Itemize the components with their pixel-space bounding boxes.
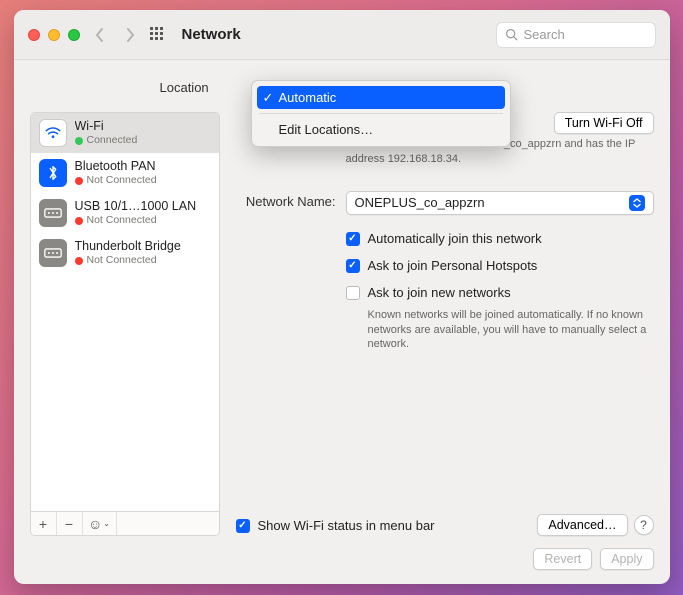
ask-new-subtext: Known networks will be joined automatica… (368, 308, 654, 353)
ask-new-label: Ask to join new networks (368, 285, 511, 300)
add-interface-button[interactable]: + (31, 512, 57, 535)
ethernet-icon (39, 239, 67, 267)
interface-sidebar: Wi-Fi Connected Bluetooth PAN Not Connec… (30, 112, 220, 536)
ask-hotspot-label: Ask to join Personal Hotspots (368, 258, 538, 273)
chevron-updown-icon (629, 195, 645, 211)
action-menu-button[interactable]: ☺︎⌄ (83, 512, 117, 535)
remove-interface-button[interactable]: − (57, 512, 83, 535)
sidebar-item-thunderbolt[interactable]: Thunderbolt Bridge Not Connected (31, 233, 219, 273)
show-menubar-checkbox-row[interactable]: ✓ Show Wi-Fi status in menu bar (236, 518, 435, 533)
check-icon: ✓ (263, 90, 274, 106)
ask-new-checkbox-row[interactable]: Ask to join new networks (346, 285, 654, 300)
sidebar-item-label: Wi-Fi (75, 119, 138, 134)
sidebar-footer: + − ☺︎⌄ (31, 511, 219, 535)
close-button[interactable] (28, 29, 40, 41)
auto-join-label: Automatically join this network (368, 231, 542, 246)
location-label: Location (160, 80, 209, 95)
network-name-row: Network Name: ONEPLUS_co_appzrn (236, 191, 654, 215)
ethernet-icon (39, 199, 67, 227)
sidebar-item-usb-lan[interactable]: USB 10/1…1000 LAN Not Connected (31, 193, 219, 233)
details-pane: Status: Connected Turn Wi-Fi Off Wi-Fi i… (236, 112, 654, 536)
auto-join-checkbox-row[interactable]: ✓ Automatically join this network (346, 231, 654, 246)
sidebar-item-wifi[interactable]: Wi-Fi Connected (31, 113, 219, 153)
window-controls (28, 29, 80, 41)
back-button[interactable] (90, 27, 110, 43)
location-menu-item-edit[interactable]: Edit Locations… (257, 118, 505, 141)
sidebar-item-label: USB 10/1…1000 LAN (75, 199, 197, 214)
status-dot-icon (75, 137, 83, 145)
toggle-wifi-button[interactable]: Turn Wi-Fi Off (554, 112, 654, 134)
status-dot-icon (75, 257, 83, 265)
forward-button[interactable] (120, 27, 140, 43)
location-dropdown-menu[interactable]: ✓ Automatic Edit Locations… (251, 80, 511, 147)
show-menubar-label: Show Wi-Fi status in menu bar (258, 518, 435, 533)
network-name-value: ONEPLUS_co_appzrn (355, 195, 485, 210)
help-button[interactable]: ? (634, 515, 654, 535)
advanced-button[interactable]: Advanced… (537, 514, 627, 536)
checkbox-unchecked-icon (346, 286, 360, 300)
search-icon (505, 28, 518, 41)
network-preferences-window: Network Search Location Wi-Fi Connec (14, 10, 670, 584)
wifi-icon (39, 119, 67, 147)
bottom-row: ✓ Show Wi-Fi status in menu bar Advanced… (236, 504, 654, 536)
apply-button[interactable]: Apply (600, 548, 653, 570)
bluetooth-icon (39, 159, 67, 187)
footer-buttons: Revert Apply (30, 536, 654, 570)
status-dot-icon (75, 217, 83, 225)
sidebar-item-label: Bluetooth PAN (75, 159, 157, 174)
interface-list[interactable]: Wi-Fi Connected Bluetooth PAN Not Connec… (31, 113, 219, 511)
network-name-select[interactable]: ONEPLUS_co_appzrn (346, 191, 654, 215)
window-title: Network (182, 26, 241, 43)
titlebar: Network Search (14, 10, 670, 60)
minimize-button[interactable] (48, 29, 60, 41)
location-menu-item-automatic[interactable]: ✓ Automatic (257, 86, 505, 109)
menu-separator (259, 113, 503, 114)
zoom-button[interactable] (68, 29, 80, 41)
sidebar-item-bluetooth[interactable]: Bluetooth PAN Not Connected (31, 153, 219, 193)
network-name-label: Network Name: (236, 191, 346, 209)
search-field[interactable]: Search (496, 22, 656, 48)
checkbox-checked-icon: ✓ (236, 519, 250, 533)
show-all-icon[interactable] (150, 27, 166, 43)
search-placeholder: Search (524, 27, 565, 42)
columns: Wi-Fi Connected Bluetooth PAN Not Connec… (30, 112, 654, 536)
sidebar-item-label: Thunderbolt Bridge (75, 239, 181, 254)
checkbox-checked-icon: ✓ (346, 259, 360, 273)
ask-hotspot-checkbox-row[interactable]: ✓ Ask to join Personal Hotspots (346, 258, 654, 273)
revert-button[interactable]: Revert (533, 548, 592, 570)
status-dot-icon (75, 177, 83, 185)
checkbox-checked-icon: ✓ (346, 232, 360, 246)
